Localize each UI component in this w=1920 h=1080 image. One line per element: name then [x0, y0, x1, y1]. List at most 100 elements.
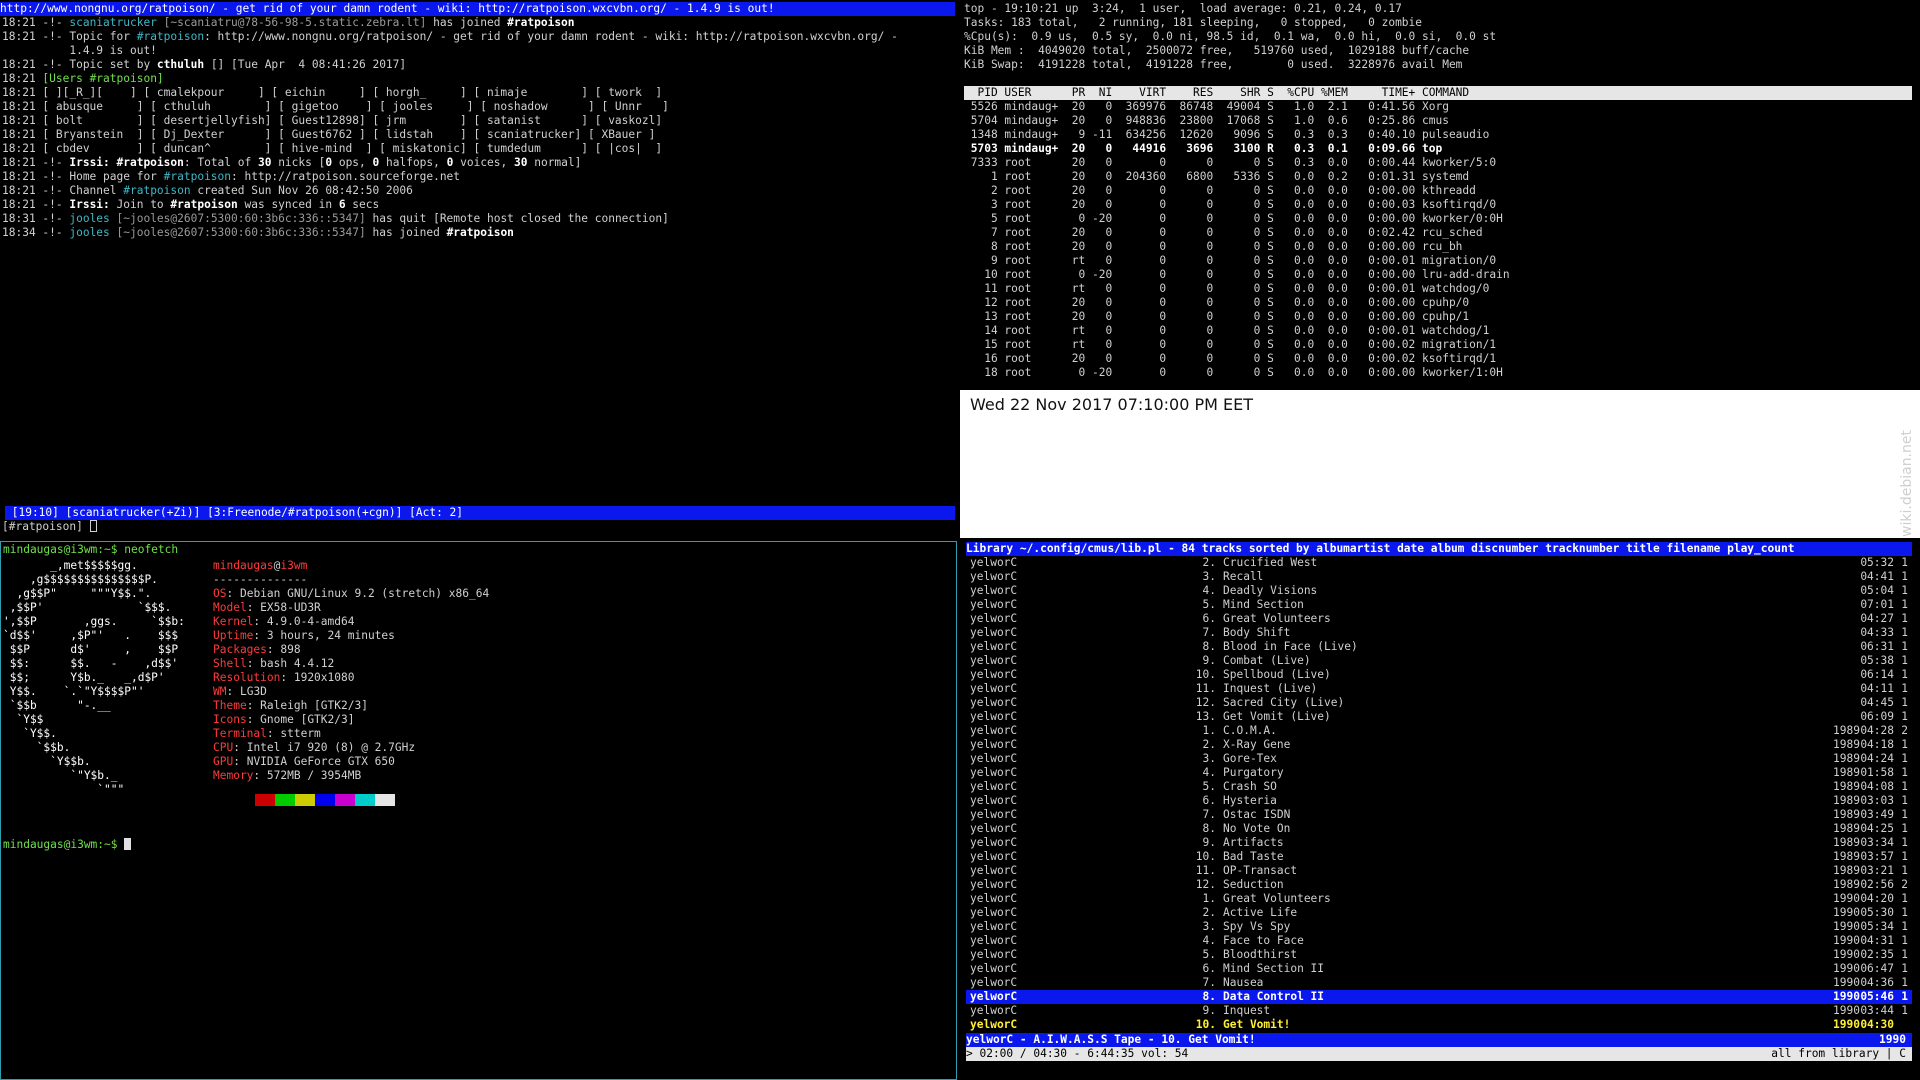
- track-play-count: 1: [1901, 584, 1908, 597]
- process-row[interactable]: 1 root 20 0 204360 6800 5336 S 0.0 0.2 0…: [964, 170, 1510, 184]
- track-title-text: Nausea: [1223, 976, 1264, 989]
- track-row[interactable]: yelworC 10. Spellboud (Live) 06:14 1: [966, 668, 1912, 682]
- track-row[interactable]: yelworC 5. Bloodthirst 1990 02:35 1: [966, 948, 1912, 962]
- neofetch-terminal[interactable]: mindaugas@i3wm:~$ neofetch _,met$$$$$gg.…: [0, 541, 957, 1080]
- process-row[interactable]: 5703 mindaug+ 20 0 44916 3696 3100 R 0.3…: [964, 142, 1510, 156]
- process-row[interactable]: 5 root 0 -20 0 0 0 S 0.0 0.0 0:00.00 kwo…: [964, 212, 1510, 226]
- track-row[interactable]: yelworC 9. Combat (Live) 05:38 1: [966, 654, 1912, 668]
- process-row[interactable]: 9 root rt 0 0 0 0 S 0.0 0.0 0:00.01 migr…: [964, 254, 1510, 268]
- track-row[interactable]: yelworC 12. Sacred City (Live) 04:45 1: [966, 696, 1912, 710]
- logo-line: ,g$$P" """Y$$.".: [3, 587, 152, 600]
- process-row[interactable]: 1348 mindaug+ 9 -11 634256 12620 9096 S …: [964, 128, 1510, 142]
- track-row[interactable]: yelworC 5. Mind Section 07:01 1: [966, 598, 1912, 612]
- track-row[interactable]: yelworC 10. Bad Taste 1989 03:57 1: [966, 850, 1912, 864]
- track-number: 3.: [1202, 920, 1216, 933]
- track-title: 1. Great Volunteers: [1186, 892, 1331, 906]
- track-row[interactable]: yelworC 8. No Vote On 1989 04:25 1: [966, 822, 1912, 836]
- track-title-text: Mind Section: [1223, 598, 1304, 611]
- watermark: wiki.debian.net: [1899, 430, 1915, 537]
- track-year: 1989: [1833, 738, 1860, 751]
- track-row[interactable]: yelworC 6. Great Volunteers 04:27 1: [966, 612, 1912, 626]
- process-row[interactable]: 16 root 20 0 0 0 0 S 0.0 0.0 0:00.02 kso…: [964, 352, 1510, 366]
- process-row[interactable]: 8 root 20 0 0 0 0 S 0.0 0.0 0:00.00 rcu_…: [964, 240, 1510, 254]
- logo-line: `Y$$b.: [3, 755, 91, 768]
- track-number: 1.: [1202, 724, 1216, 737]
- track-row[interactable]: yelworC 10. Get Vomit! 1990 04:30: [966, 1018, 1912, 1032]
- track-number: 6.: [1202, 612, 1216, 625]
- track-row[interactable]: yelworC 7. Nausea 1990 04:36 1: [966, 976, 1912, 990]
- irc-message-line: 18:21 -!- Channel #ratpoison created Sun…: [2, 184, 413, 197]
- track-title-text: Data Control II: [1223, 990, 1325, 1003]
- track-row[interactable]: yelworC 3. Gore-Tex 1989 04:24 1: [966, 752, 1912, 766]
- logo-line: `d$$' ,$P"' . $$$: [3, 629, 179, 642]
- track-year: 1990: [1833, 920, 1860, 933]
- track-title-text: Seduction: [1223, 878, 1284, 891]
- cmus-track-list[interactable]: yelworC 2. Crucified West 05:32 1 yelworC 3. Re…: [966, 556, 1912, 1032]
- cmus-player[interactable]: Library ~/.config/cmus/lib.pl - 84 track…: [960, 541, 1920, 1080]
- track-year: 1989: [1833, 752, 1860, 765]
- process-row[interactable]: 3 root 20 0 0 0 0 S 0.0 0.0 0:00.03 ksof…: [964, 198, 1510, 212]
- track-artist: yelworC: [970, 1018, 1018, 1031]
- track-row[interactable]: yelworC 3. Spy Vs Spy 1990 05:34 1: [966, 920, 1912, 934]
- track-row[interactable]: yelworC 2. X-Ray Gene 1989 04:18 1: [966, 738, 1912, 752]
- track-row[interactable]: yelworC 5. Crash SO 1989 04:08 1: [966, 780, 1912, 794]
- track-title-text: Body Shift: [1223, 626, 1291, 639]
- track-row[interactable]: yelworC 4. Deadly Visions 05:04 1: [966, 584, 1912, 598]
- track-row[interactable]: yelworC 11. Inquest (Live) 04:11 1: [966, 682, 1912, 696]
- track-title-text: Face to Face: [1223, 934, 1304, 947]
- track-duration: 02:56: [1860, 878, 1894, 891]
- track-play-count: 1: [1901, 766, 1908, 779]
- process-row[interactable]: 15 root rt 0 0 0 0 S 0.0 0.0 0:00.02 mig…: [964, 338, 1510, 352]
- track-row[interactable]: yelworC 12. Seduction 1989 02:56 2: [966, 878, 1912, 892]
- track-row[interactable]: yelworC 8. Blood in Face (Live) 06:31 1: [966, 640, 1912, 654]
- process-row[interactable]: 14 root rt 0 0 0 0 S 0.0 0.0 0:00.01 wat…: [964, 324, 1510, 338]
- track-title: 5. Mind Section: [1186, 598, 1304, 612]
- track-number: 3.: [1202, 752, 1216, 765]
- track-title: 8. No Vote On: [1186, 822, 1291, 836]
- track-year: 1990: [1833, 962, 1860, 975]
- track-row[interactable]: yelworC 6. Hysteria 1989 03:03 1: [966, 794, 1912, 808]
- track-title-text: Gore-Tex: [1223, 752, 1277, 765]
- track-row[interactable]: yelworC 4. Face to Face 1990 04:31 1: [966, 934, 1912, 948]
- track-row[interactable]: yelworC 4. Purgatory 1989 01:58 1: [966, 766, 1912, 780]
- track-row[interactable]: yelworC 6. Mind Section II 1990 06:47 1: [966, 962, 1912, 976]
- track-row[interactable]: yelworC 13. Get Vomit (Live) 06:09 1: [966, 710, 1912, 724]
- irc-message-line: 18:34 -!- jooles [~jooles@2607:5300:60:3…: [2, 226, 514, 239]
- process-row[interactable]: 13 root 20 0 0 0 0 S 0.0 0.0 0:00.00 cpu…: [964, 310, 1510, 324]
- track-row[interactable]: yelworC 1. Great Volunteers 1990 04:20 1: [966, 892, 1912, 906]
- process-row[interactable]: 18 root 0 -20 0 0 0 S 0.0 0.0 0:00.00 kw…: [964, 366, 1510, 380]
- track-row[interactable]: yelworC 7. Ostac ISDN 1989 03:49 1: [966, 808, 1912, 822]
- process-row[interactable]: 7333 root 20 0 0 0 0 S 0.3 0.0 0:00.44 k…: [964, 156, 1510, 170]
- process-row[interactable]: 7 root 20 0 0 0 0 S 0.0 0.0 0:02.42 rcu_…: [964, 226, 1510, 240]
- track-duration: 05:38: [1860, 654, 1894, 667]
- process-row[interactable]: 12 root 20 0 0 0 0 S 0.0 0.0 0:00.00 cpu…: [964, 296, 1510, 310]
- shell-input-line[interactable]: mindaugas@i3wm:~$: [3, 838, 132, 852]
- track-title-text: Ostac ISDN: [1223, 808, 1291, 821]
- track-row[interactable]: yelworC 2. Crucified West 05:32 1: [966, 556, 1912, 570]
- track-row[interactable]: yelworC 9. Inquest 1990 03:44 1: [966, 1004, 1912, 1018]
- track-row[interactable]: yelworC 11. OP-Transact 1989 03:21 1: [966, 864, 1912, 878]
- process-row[interactable]: 11 root rt 0 0 0 0 S 0.0 0.0 0:00.01 wat…: [964, 282, 1510, 296]
- process-row[interactable]: 5704 mindaug+ 20 0 948836 23800 17068 S …: [964, 114, 1510, 128]
- track-number: 9.: [1202, 654, 1216, 667]
- process-row[interactable]: 2 root 20 0 0 0 0 S 0.0 0.0 0:00.00 kthr…: [964, 184, 1510, 198]
- track-play-count: 1: [1901, 780, 1908, 793]
- track-artist: yelworC: [970, 934, 1018, 947]
- track-row[interactable]: yelworC 8. Data Control II 1990 05:46 1: [966, 990, 1912, 1004]
- process-row[interactable]: 10 root 0 -20 0 0 0 S 0.0 0.0 0:00.00 lr…: [964, 268, 1509, 282]
- track-number: 11.: [1195, 682, 1216, 695]
- sysinfo-key: Model: [213, 601, 247, 614]
- top-process-monitor[interactable]: top - 19:10:21 up 3:24, 1 user, load ave…: [960, 0, 1920, 388]
- irssi-pane[interactable]: http://www.nongnu.org/ratpoison/ - get r…: [0, 0, 957, 541]
- track-row[interactable]: yelworC 7. Body Shift 04:33 1: [966, 626, 1912, 640]
- process-row[interactable]: 5526 mindaug+ 20 0 369976 86748 49004 S …: [964, 100, 1510, 114]
- track-year: 1989: [1833, 724, 1860, 737]
- irc-input-line[interactable]: [#ratpoison]: [2, 520, 97, 534]
- track-year: 1990: [1833, 976, 1860, 989]
- track-row[interactable]: yelworC 2. Active Life 1990 05:30 1: [966, 906, 1912, 920]
- track-row[interactable]: yelworC 1. C.O.M.A. 1989 04:28 2: [966, 724, 1912, 738]
- track-year: 1989: [1833, 808, 1860, 821]
- track-row[interactable]: yelworC 9. Artifacts 1989 03:34 1: [966, 836, 1912, 850]
- track-row[interactable]: yelworC 3. Recall 04:41 1: [966, 570, 1912, 584]
- irc-message-line: 18:21 -!- Topic for #ratpoison: http://w…: [2, 30, 898, 43]
